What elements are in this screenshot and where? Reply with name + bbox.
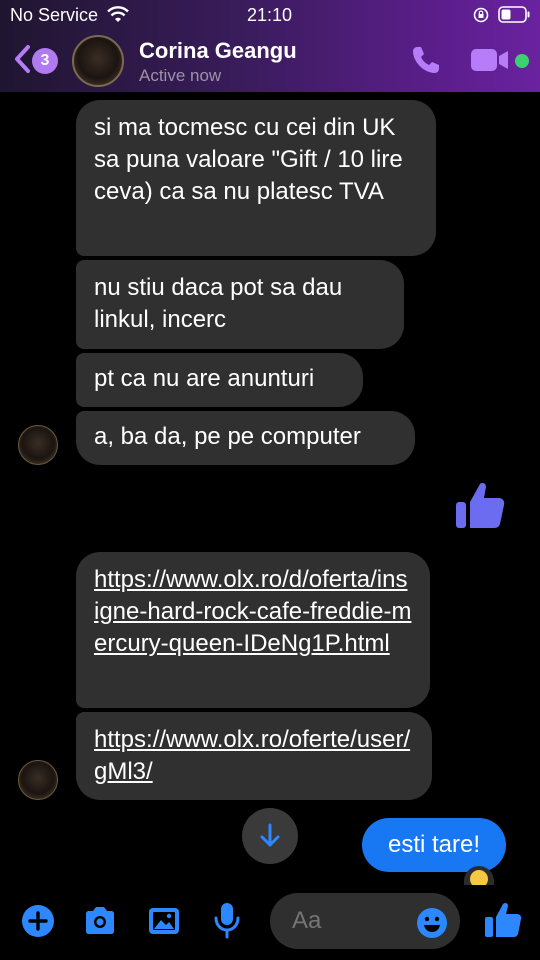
olx-listing-link[interactable]: https://www.olx.ro/d/oferta/insigne-hard…: [94, 566, 411, 657]
arrow-down-icon: [260, 823, 280, 847]
online-indicator: [515, 54, 529, 68]
olx-user-link[interactable]: https://www.olx.ro/oferte/user/gMl3/: [94, 726, 410, 785]
contact-status: Active now: [139, 66, 222, 85]
sender-avatar[interactable]: [18, 425, 58, 465]
battery-icon: [498, 6, 530, 23]
emoji-icon[interactable]: [416, 907, 448, 939]
thumbs-up-icon[interactable]: [484, 901, 522, 939]
photo-gallery-icon[interactable]: [146, 903, 182, 939]
back-chevron-icon[interactable]: [12, 44, 32, 74]
incoming-link-message[interactable]: https://www.olx.ro/oferte/user/gMl3/: [76, 712, 432, 800]
microphone-icon[interactable]: [212, 901, 242, 939]
contact-avatar[interactable]: [72, 35, 124, 87]
incoming-link-message[interactable]: https://www.olx.ro/d/oferta/insigne-hard…: [76, 552, 430, 708]
camera-icon[interactable]: [82, 903, 118, 939]
contact-name[interactable]: Corina Geangu: [139, 38, 297, 64]
incoming-message[interactable]: pt ca nu are anunturi: [76, 353, 363, 407]
outgoing-message[interactable]: esti tare!: [362, 818, 506, 872]
sender-avatar[interactable]: [18, 760, 58, 800]
incoming-message[interactable]: nu stiu daca pot sa dau linkul, incerc: [76, 260, 404, 349]
thumbs-up-sent-icon[interactable]: [454, 480, 506, 532]
chat-header: No Service 21:10 3 Corina Geangu Active …: [0, 0, 540, 92]
clock: 21:10: [247, 5, 293, 25]
phone-call-icon[interactable]: [410, 44, 442, 76]
conversation-nav: 3 Corina Geangu Active now: [0, 32, 540, 92]
rotation-lock-icon: [473, 7, 489, 23]
video-call-icon[interactable]: [470, 46, 512, 74]
status-bar: No Service 21:10: [0, 0, 540, 30]
plus-icon[interactable]: [20, 903, 56, 939]
carrier-label: No Service: [10, 5, 99, 25]
incoming-message[interactable]: a, ba da, pe pe computer: [76, 411, 415, 465]
wifi-icon: [107, 6, 129, 22]
message-composer: [0, 885, 540, 960]
scroll-to-bottom-button[interactable]: [242, 808, 298, 864]
incoming-message[interactable]: si ma tocmesc cu cei din UK sa puna valo…: [76, 100, 436, 256]
unread-count-badge[interactable]: 3: [32, 48, 58, 74]
